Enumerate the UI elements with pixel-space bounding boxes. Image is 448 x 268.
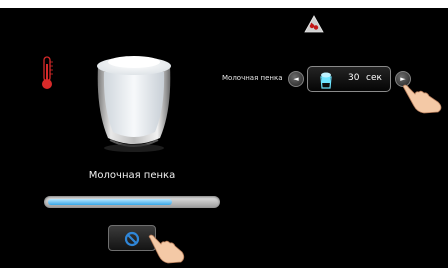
hand-pointer-icon bbox=[402, 84, 442, 114]
value-unit: сек bbox=[366, 73, 382, 83]
cancel-icon bbox=[124, 231, 140, 247]
milk-cup-icon bbox=[97, 56, 171, 152]
value-number: 30 bbox=[348, 73, 360, 83]
thermometer-icon bbox=[42, 56, 53, 89]
left-arrow-icon: ◄ bbox=[293, 75, 299, 83]
machine-screen: Молочная пенка Молочная пенка ◄ 30 сек ► bbox=[0, 0, 448, 268]
brew-progress-bar bbox=[44, 196, 220, 208]
brew-progress-fill bbox=[48, 199, 172, 205]
setting-label: Молочная пенка bbox=[222, 74, 283, 82]
product-name-label: Молочная пенка bbox=[88, 170, 176, 181]
milk-foam-icon bbox=[320, 72, 332, 89]
value-display: 30 сек bbox=[307, 66, 391, 92]
warning-triangle-icon bbox=[304, 15, 324, 33]
hand-pointer-icon bbox=[148, 234, 185, 264]
top-bar bbox=[0, 0, 448, 8]
decrease-button[interactable]: ◄ bbox=[288, 71, 304, 87]
